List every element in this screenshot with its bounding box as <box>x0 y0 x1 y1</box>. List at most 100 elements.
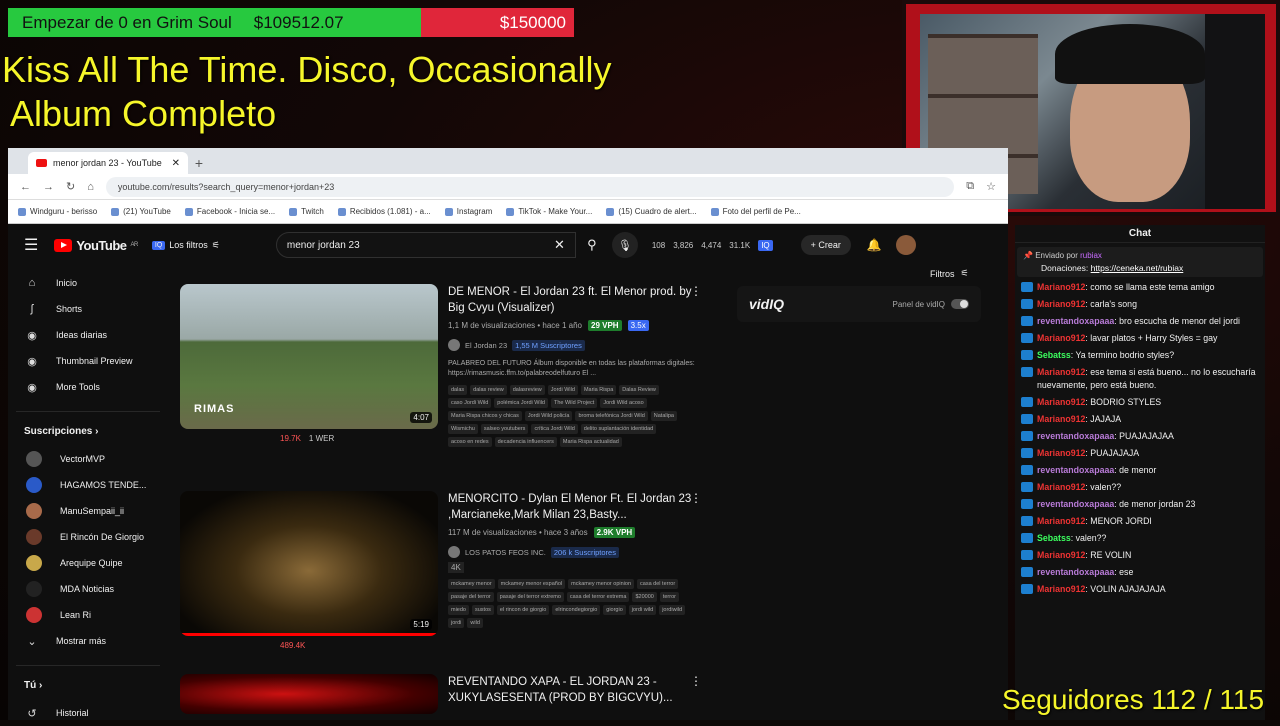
video-tag[interactable]: salseo youtubers <box>480 424 529 434</box>
video-tag[interactable]: Jordi Wild <box>547 385 578 395</box>
back-icon[interactable]: ← <box>20 181 31 193</box>
sidebar-item-shorts[interactable]: ʃ Shorts <box>8 296 168 322</box>
video-tag[interactable]: wild <box>467 618 483 628</box>
bookmark-item[interactable]: Recibidos (1.081) - a... <box>338 207 431 216</box>
bookmark-item[interactable]: Facebook - Inicia se... <box>185 207 275 216</box>
video-thumbnail[interactable]: RIMAS 4:07 <box>180 284 438 429</box>
video-tag[interactable]: elrincondegiorgio <box>552 605 601 615</box>
chat-username[interactable]: Mariano912 <box>1037 448 1085 458</box>
video-result[interactable]: 5:19 489.4K MENORCITO - Dylan El Menor F… <box>180 491 720 674</box>
bookmark-item[interactable]: TikTok - Make Your... <box>506 207 592 216</box>
video-thumbnail[interactable] <box>180 674 438 714</box>
bookmark-item[interactable]: (15) Cuadro de alert... <box>606 207 696 216</box>
video-tag[interactable]: Maria Rispa actualidad <box>559 437 622 447</box>
close-tab-icon[interactable]: ✕ <box>172 158 180 169</box>
video-tag[interactable]: Jordi Wild policía <box>524 411 573 421</box>
bookmark-item[interactable]: Twitch <box>289 207 324 216</box>
video-tag[interactable]: Maria Rispa chicos y chicas <box>448 411 522 421</box>
chat-username[interactable]: Mariano912 <box>1037 367 1085 377</box>
video-tag[interactable]: giorgio <box>603 605 626 615</box>
video-tag[interactable]: crítica Jordi Wild <box>531 424 578 434</box>
video-tag[interactable]: The Wild Project <box>550 398 598 408</box>
chat-username[interactable]: Mariano912 <box>1037 299 1085 309</box>
video-title[interactable]: MENORCITO - Dylan El Menor Ft. El Jordan… <box>448 491 698 523</box>
sidebar-item-ideas[interactable]: ◉ Ideas diarias <box>8 322 168 348</box>
url-field[interactable]: youtube.com/results?search_query=menor+j… <box>105 176 955 197</box>
chat-username[interactable]: reventandoxapaaa <box>1037 499 1114 509</box>
chat-username[interactable]: reventandoxapaaa <box>1037 567 1114 577</box>
browser-tab[interactable]: menor jordan 23 - YouTube ✕ <box>28 152 188 174</box>
video-tag[interactable]: delito suplantación identidad <box>580 424 657 434</box>
subscription-item[interactable]: Arequipe Quipe <box>8 550 168 576</box>
more-options-icon[interactable]: ⋮ <box>690 284 702 298</box>
you-heading[interactable]: Tú › <box>8 670 168 700</box>
video-thumbnail[interactable]: 5:19 <box>180 491 438 636</box>
subscription-item[interactable]: El Rincón De Giorgio <box>8 524 168 550</box>
video-tag[interactable]: jordi <box>448 618 465 628</box>
video-title[interactable]: REVENTANDO XAPA - EL JORDAN 23 - XUKYLAS… <box>448 674 698 706</box>
filters-button[interactable]: IQ Los filtros ⚟ <box>151 240 220 251</box>
video-tag[interactable]: jordiwild <box>659 605 686 615</box>
chat-username[interactable]: Mariano912 <box>1037 584 1085 594</box>
subscriptions-heading[interactable]: Suscripciones › <box>8 416 168 446</box>
video-tag[interactable]: el rincon de giorgio <box>496 605 550 615</box>
sidebar-item-more-tools[interactable]: ◉ More Tools <box>8 374 168 400</box>
bookmark-item[interactable]: Foto del perfil de Pe... <box>711 207 801 216</box>
video-tag[interactable]: acoso en redes <box>448 437 492 447</box>
chat-username[interactable]: Mariano912 <box>1037 550 1085 560</box>
video-title[interactable]: DE MENOR - El Jordan 23 ft. El Menor pro… <box>448 284 698 316</box>
reload-icon[interactable]: ↻ <box>66 180 75 193</box>
microphone-icon[interactable]: 🎙 <box>611 232 638 258</box>
new-tab-button[interactable]: + <box>188 152 210 174</box>
chat-username[interactable]: Sebatss <box>1037 350 1071 360</box>
video-result[interactable]: REVENTANDO XAPA - EL JORDAN 23 - XUKYLAS… <box>180 674 720 714</box>
search-icon[interactable]: ⚲ <box>576 232 608 258</box>
subscription-item[interactable]: ManuSempaii_ii <box>8 498 168 524</box>
video-tag[interactable]: caso Jordi Wild <box>448 398 492 408</box>
chat-username[interactable]: Mariano912 <box>1037 282 1085 292</box>
sidebar-item-inicio[interactable]: ⌂ Inicio <box>8 270 168 296</box>
toggle-switch[interactable] <box>951 299 969 309</box>
video-tag[interactable]: pasaje del terror <box>448 592 494 602</box>
vidiq-badge-icon[interactable]: IQ <box>758 239 773 251</box>
search-input[interactable]: menor jordan 23 ✕ <box>275 232 576 258</box>
channel-row[interactable]: El Jordan 23 1,55 M Suscriptores <box>448 339 698 351</box>
video-tag[interactable]: broma telefónica Jordi Wild <box>575 411 648 421</box>
chat-username[interactable]: Mariano912 <box>1037 482 1085 492</box>
bookmark-item[interactable]: Windguru - berisso <box>18 207 97 216</box>
filters-toggle[interactable]: Filtros ⚟ <box>930 268 969 279</box>
show-more-button[interactable]: ⌄ Mostrar más <box>8 628 168 654</box>
youtube-logo[interactable]: YouTube AR <box>54 238 138 253</box>
video-tag[interactable]: mckamey menor español <box>497 579 566 589</box>
video-tag[interactable]: Natalipa <box>650 411 677 421</box>
video-tag[interactable]: Jordi Wild acoso <box>600 398 647 408</box>
video-tag[interactable]: miedo <box>448 605 469 615</box>
subscription-item[interactable]: Lean Ri <box>8 602 168 628</box>
bookmark-item[interactable]: (21) YouTube <box>111 207 171 216</box>
video-tag[interactable]: $20000 <box>632 592 657 602</box>
clear-search-icon[interactable]: ✕ <box>554 237 565 253</box>
avatar[interactable] <box>895 235 916 255</box>
more-options-icon[interactable]: ⋮ <box>690 674 702 688</box>
more-options-icon[interactable]: ⋮ <box>690 491 702 505</box>
video-tag[interactable]: Maria Rispa <box>580 385 617 395</box>
notifications-bell-icon[interactable]: 🔔 <box>867 238 882 252</box>
bookmark-star-icon[interactable]: ☆ <box>986 180 996 193</box>
chat-username[interactable]: Mariano912 <box>1037 516 1085 526</box>
video-result[interactable]: RIMAS 4:07 19.7K 1 WER DE MENOR - El Jord… <box>180 284 720 491</box>
video-tag[interactable]: mckamey menor opinion <box>568 579 635 589</box>
subscription-item[interactable]: HAGAMOS TENDE... <box>8 472 168 498</box>
video-tag[interactable]: mckamey menor <box>448 579 495 589</box>
chat-username[interactable]: Mariano912 <box>1037 414 1085 424</box>
video-tag[interactable]: casa del terror <box>637 579 679 589</box>
video-tag[interactable]: pasaje del terror extremo <box>496 592 564 602</box>
subscription-item[interactable]: VectorMVP <box>8 446 168 472</box>
vidiq-panel-toggle[interactable]: Panel de vidIQ <box>893 299 969 309</box>
subscription-item[interactable]: MDA Noticias <box>8 576 168 602</box>
sidebar-item-thumbnail-preview[interactable]: ◉ Thumbnail Preview <box>8 348 168 374</box>
video-tag[interactable]: jordi wild <box>628 605 657 615</box>
chat-username[interactable]: Mariano912 <box>1037 397 1085 407</box>
chat-username[interactable]: Sebatss <box>1037 533 1071 543</box>
chat-username[interactable]: reventandoxapaaa <box>1037 431 1114 441</box>
channel-row[interactable]: LOS PATOS FEOS INC. 206 k Suscriptores <box>448 546 698 558</box>
